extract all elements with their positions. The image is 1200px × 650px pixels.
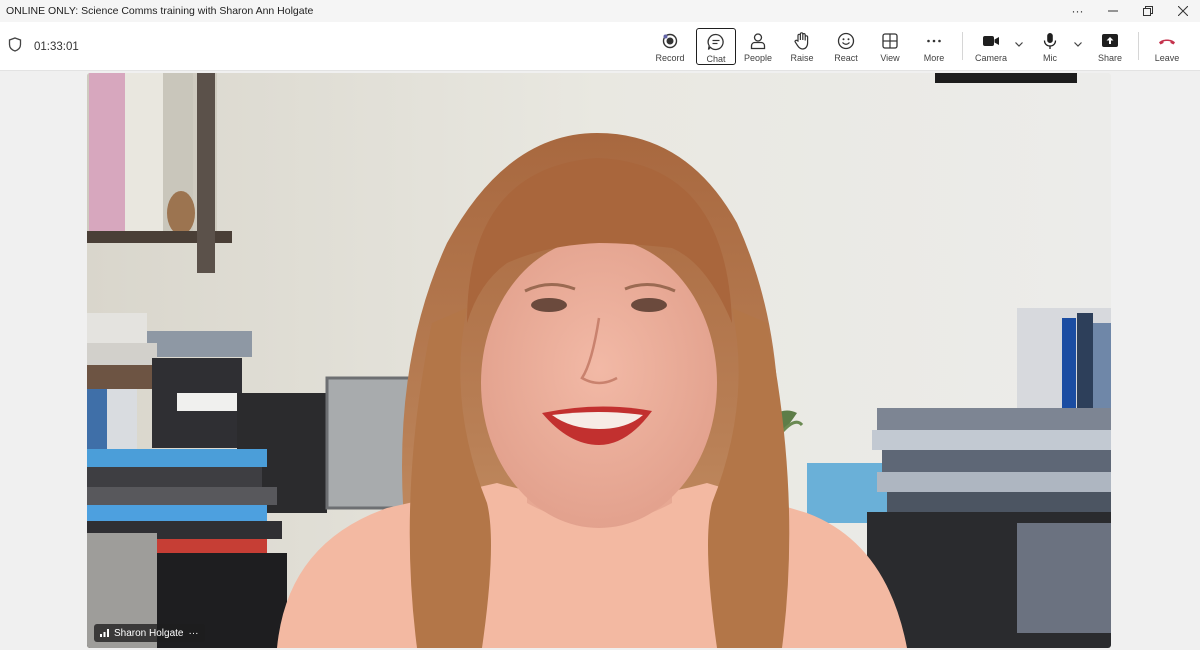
- ellipsis-icon: [924, 31, 944, 51]
- more-options-icon[interactable]: ···: [1060, 0, 1095, 22]
- record-button[interactable]: Record: [650, 28, 690, 65]
- raise-label: Raise: [790, 53, 814, 63]
- participant-options-icon[interactable]: ···: [189, 628, 199, 639]
- close-icon[interactable]: [1165, 0, 1200, 22]
- raise-hand-button[interactable]: Raise: [782, 28, 822, 65]
- participant-video-feed: [87, 73, 1111, 648]
- react-button[interactable]: React: [826, 28, 866, 65]
- people-icon: [748, 31, 768, 51]
- toolbar-divider: [1138, 32, 1139, 60]
- camera-button[interactable]: Camera: [971, 28, 1011, 65]
- record-label: Record: [655, 53, 685, 63]
- microphone-icon: [1040, 31, 1060, 51]
- chat-icon: [706, 32, 726, 52]
- restore-icon[interactable]: [1130, 0, 1165, 22]
- title-bar: ONLINE ONLY: Science Comms training with…: [0, 0, 1200, 22]
- chat-button[interactable]: Chat: [696, 28, 736, 65]
- record-icon: [660, 31, 680, 51]
- shield-icon: [8, 37, 22, 57]
- minimize-icon[interactable]: [1095, 0, 1130, 22]
- more-label: More: [923, 53, 945, 63]
- react-label: React: [834, 53, 858, 63]
- window-controls: ···: [1060, 0, 1200, 22]
- mic-options-chevron-icon[interactable]: [1072, 38, 1084, 50]
- leave-label: Leave: [1154, 53, 1180, 63]
- grid-view-icon: [880, 31, 900, 51]
- camera-icon: [981, 31, 1001, 51]
- meeting-timer: 01:33:01: [8, 37, 79, 57]
- share-screen-icon: [1100, 31, 1120, 51]
- window-title: ONLINE ONLY: Science Comms training with…: [6, 5, 314, 17]
- elapsed-time: 01:33:01: [34, 41, 79, 53]
- camera-options-chevron-icon[interactable]: [1013, 38, 1025, 50]
- participant-video[interactable]: Sharon Holgate ···: [87, 73, 1111, 648]
- participant-name: Sharon Holgate: [114, 627, 184, 639]
- view-label: View: [880, 53, 900, 63]
- mic-label: Mic: [1043, 53, 1057, 63]
- chat-label: Chat: [706, 54, 726, 64]
- view-button[interactable]: View: [870, 28, 910, 65]
- participant-nameplate: Sharon Holgate ···: [94, 624, 205, 642]
- people-button[interactable]: People: [738, 28, 778, 65]
- share-label: Share: [1097, 53, 1123, 63]
- raise-hand-icon: [792, 31, 812, 51]
- signal-strength-icon: [100, 629, 109, 637]
- leave-button[interactable]: Leave: [1147, 28, 1187, 65]
- more-button[interactable]: More: [914, 28, 954, 65]
- smiley-icon: [836, 31, 856, 51]
- hang-up-icon: [1157, 31, 1177, 51]
- toolbar-divider: [962, 32, 963, 60]
- mic-button[interactable]: Mic: [1030, 28, 1070, 65]
- people-label: People: [743, 53, 773, 63]
- meeting-toolbar: 01:33:01 Record Chat People Raise React: [0, 22, 1200, 71]
- share-button[interactable]: Share: [1090, 28, 1130, 65]
- camera-label: Camera: [974, 53, 1007, 63]
